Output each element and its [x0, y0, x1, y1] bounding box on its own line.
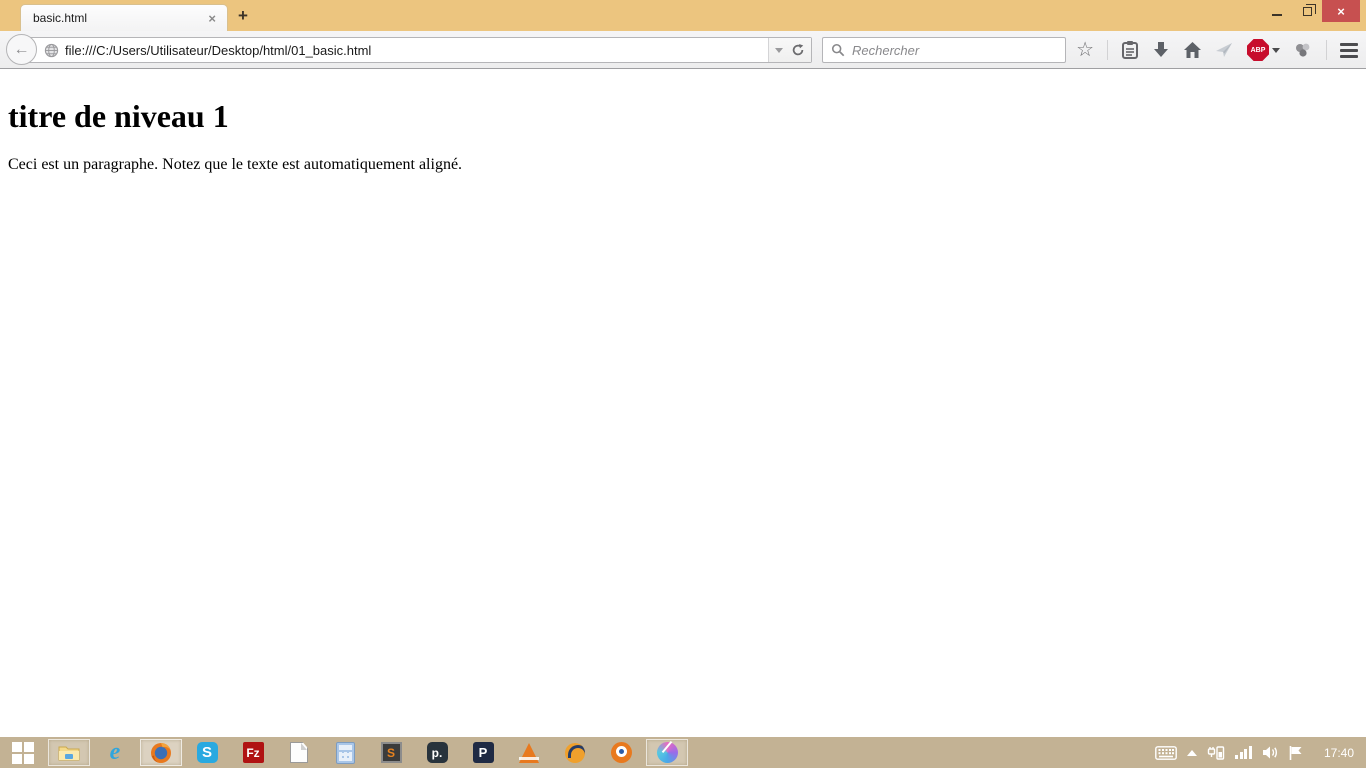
taskbar-item-file-explorer[interactable]: [46, 737, 92, 768]
minimize-icon: [1272, 14, 1282, 16]
home-icon: [1183, 41, 1202, 59]
close-button[interactable]: ×: [1322, 0, 1360, 22]
send-tab-button[interactable]: [1215, 41, 1234, 59]
back-button[interactable]: ←: [6, 34, 37, 65]
bookmark-star-button[interactable]: ☆: [1076, 40, 1094, 60]
blender-icon: [611, 742, 632, 763]
adblock-plus-icon: ABP: [1247, 39, 1269, 61]
urlbar-end-controls: [768, 38, 811, 62]
skype-icon: S: [197, 742, 218, 763]
power-battery-icon[interactable]: [1207, 745, 1225, 761]
internet-explorer-icon: e: [110, 739, 121, 766]
show-hidden-icons-caret[interactable]: [1187, 750, 1197, 756]
filezilla-icon: Fz: [243, 742, 264, 763]
bookmarks-menu-button[interactable]: [1121, 40, 1139, 60]
taskbar-item-audacity[interactable]: [552, 737, 598, 768]
taskbar-item-sublime-text[interactable]: S: [368, 737, 414, 768]
star-icon: ☆: [1076, 40, 1094, 60]
url-text[interactable]: file:///C:/Users/Utilisateur/Desktop/htm…: [65, 43, 768, 58]
taskbar-item-internet-explorer[interactable]: e: [92, 737, 138, 768]
home-button[interactable]: [1183, 41, 1202, 59]
downloads-button[interactable]: [1152, 41, 1170, 59]
url-bar[interactable]: file:///C:/Users/Utilisateur/Desktop/htm…: [21, 37, 812, 63]
download-arrow-icon: [1152, 41, 1170, 59]
taskbar-item-libreoffice[interactable]: [276, 737, 322, 768]
taskbar-item-calculator[interactable]: [322, 737, 368, 768]
vlc-cone-icon: [519, 743, 539, 763]
restore-button[interactable]: [1292, 0, 1322, 22]
back-arrow-icon: ←: [14, 42, 30, 58]
taskbar-item-firefox[interactable]: [138, 737, 184, 768]
taskbar-item-krita[interactable]: [644, 737, 690, 768]
windows-logo-icon: [12, 742, 34, 764]
molecule-icon: [1293, 40, 1313, 60]
navigation-toolbar: ← file:///C:/Users/Utilisateur/Desktop/h…: [0, 31, 1366, 69]
taskbar-item-vlc[interactable]: [506, 737, 552, 768]
extension-button[interactable]: [1293, 40, 1313, 60]
restore-icon: [1303, 7, 1312, 16]
taskbar-clock[interactable]: 17:40: [1324, 746, 1354, 760]
network-signal-icon[interactable]: [1235, 746, 1252, 759]
page-heading: titre de niveau 1: [8, 98, 1358, 135]
taskbar-item-filezilla[interactable]: Fz: [230, 737, 276, 768]
tab-close-icon[interactable]: ×: [205, 11, 219, 26]
system-tray: 17:40: [1155, 737, 1366, 768]
calculator-icon: [336, 742, 355, 764]
toolbar-buttons: ☆ ABP: [1076, 31, 1358, 69]
search-icon: [831, 43, 845, 57]
adblock-plus-button[interactable]: ABP: [1247, 39, 1280, 61]
touch-keyboard-icon[interactable]: [1155, 746, 1177, 760]
minimize-button[interactable]: [1262, 0, 1292, 22]
processing-icon: p.: [427, 742, 448, 763]
url-history-dropdown-icon[interactable]: [775, 48, 783, 53]
page-paragraph: Ceci est un paragraphe. Notez que le tex…: [8, 156, 1358, 174]
start-button[interactable]: [0, 737, 46, 768]
tab-title: basic.html: [33, 11, 205, 25]
windows-taskbar: e S Fz S p. P: [0, 737, 1366, 768]
site-identity-globe-icon[interactable]: [44, 43, 59, 58]
menu-button[interactable]: [1340, 43, 1358, 58]
p-app-icon: P: [473, 742, 494, 763]
volume-icon[interactable]: [1262, 745, 1278, 760]
search-placeholder: Rechercher: [852, 43, 919, 58]
file-explorer-icon: [58, 744, 80, 762]
toolbar-separator: [1107, 40, 1108, 60]
search-box[interactable]: Rechercher: [822, 37, 1066, 63]
browser-tab[interactable]: basic.html ×: [20, 4, 228, 31]
taskbar-apps: e S Fz S p. P: [0, 737, 690, 768]
toolbar-separator: [1326, 40, 1327, 60]
titlebar-tabstrip: basic.html × + ×: [0, 0, 1366, 31]
taskbar-item-processing[interactable]: p.: [414, 737, 460, 768]
taskbar-item-skype[interactable]: S: [184, 737, 230, 768]
paper-plane-icon: [1215, 41, 1234, 59]
action-center-flag-icon[interactable]: [1288, 745, 1304, 761]
new-tab-button[interactable]: +: [238, 6, 248, 26]
firefox-icon: [150, 742, 172, 764]
window-controls: ×: [1262, 0, 1360, 22]
hamburger-icon: [1340, 43, 1358, 46]
libreoffice-document-icon: [290, 742, 308, 763]
reload-button[interactable]: [791, 43, 805, 57]
krita-palette-icon: [657, 742, 678, 763]
adblock-dropdown-caret-icon[interactable]: [1272, 48, 1280, 53]
audacity-headphones-icon: [565, 743, 585, 763]
clipboard-icon: [1121, 40, 1139, 60]
browser-viewport: titre de niveau 1 Ceci est un paragraphe…: [0, 69, 1366, 737]
taskbar-item-p-app[interactable]: P: [460, 737, 506, 768]
sublime-text-icon: S: [381, 742, 402, 763]
taskbar-item-blender[interactable]: [598, 737, 644, 768]
